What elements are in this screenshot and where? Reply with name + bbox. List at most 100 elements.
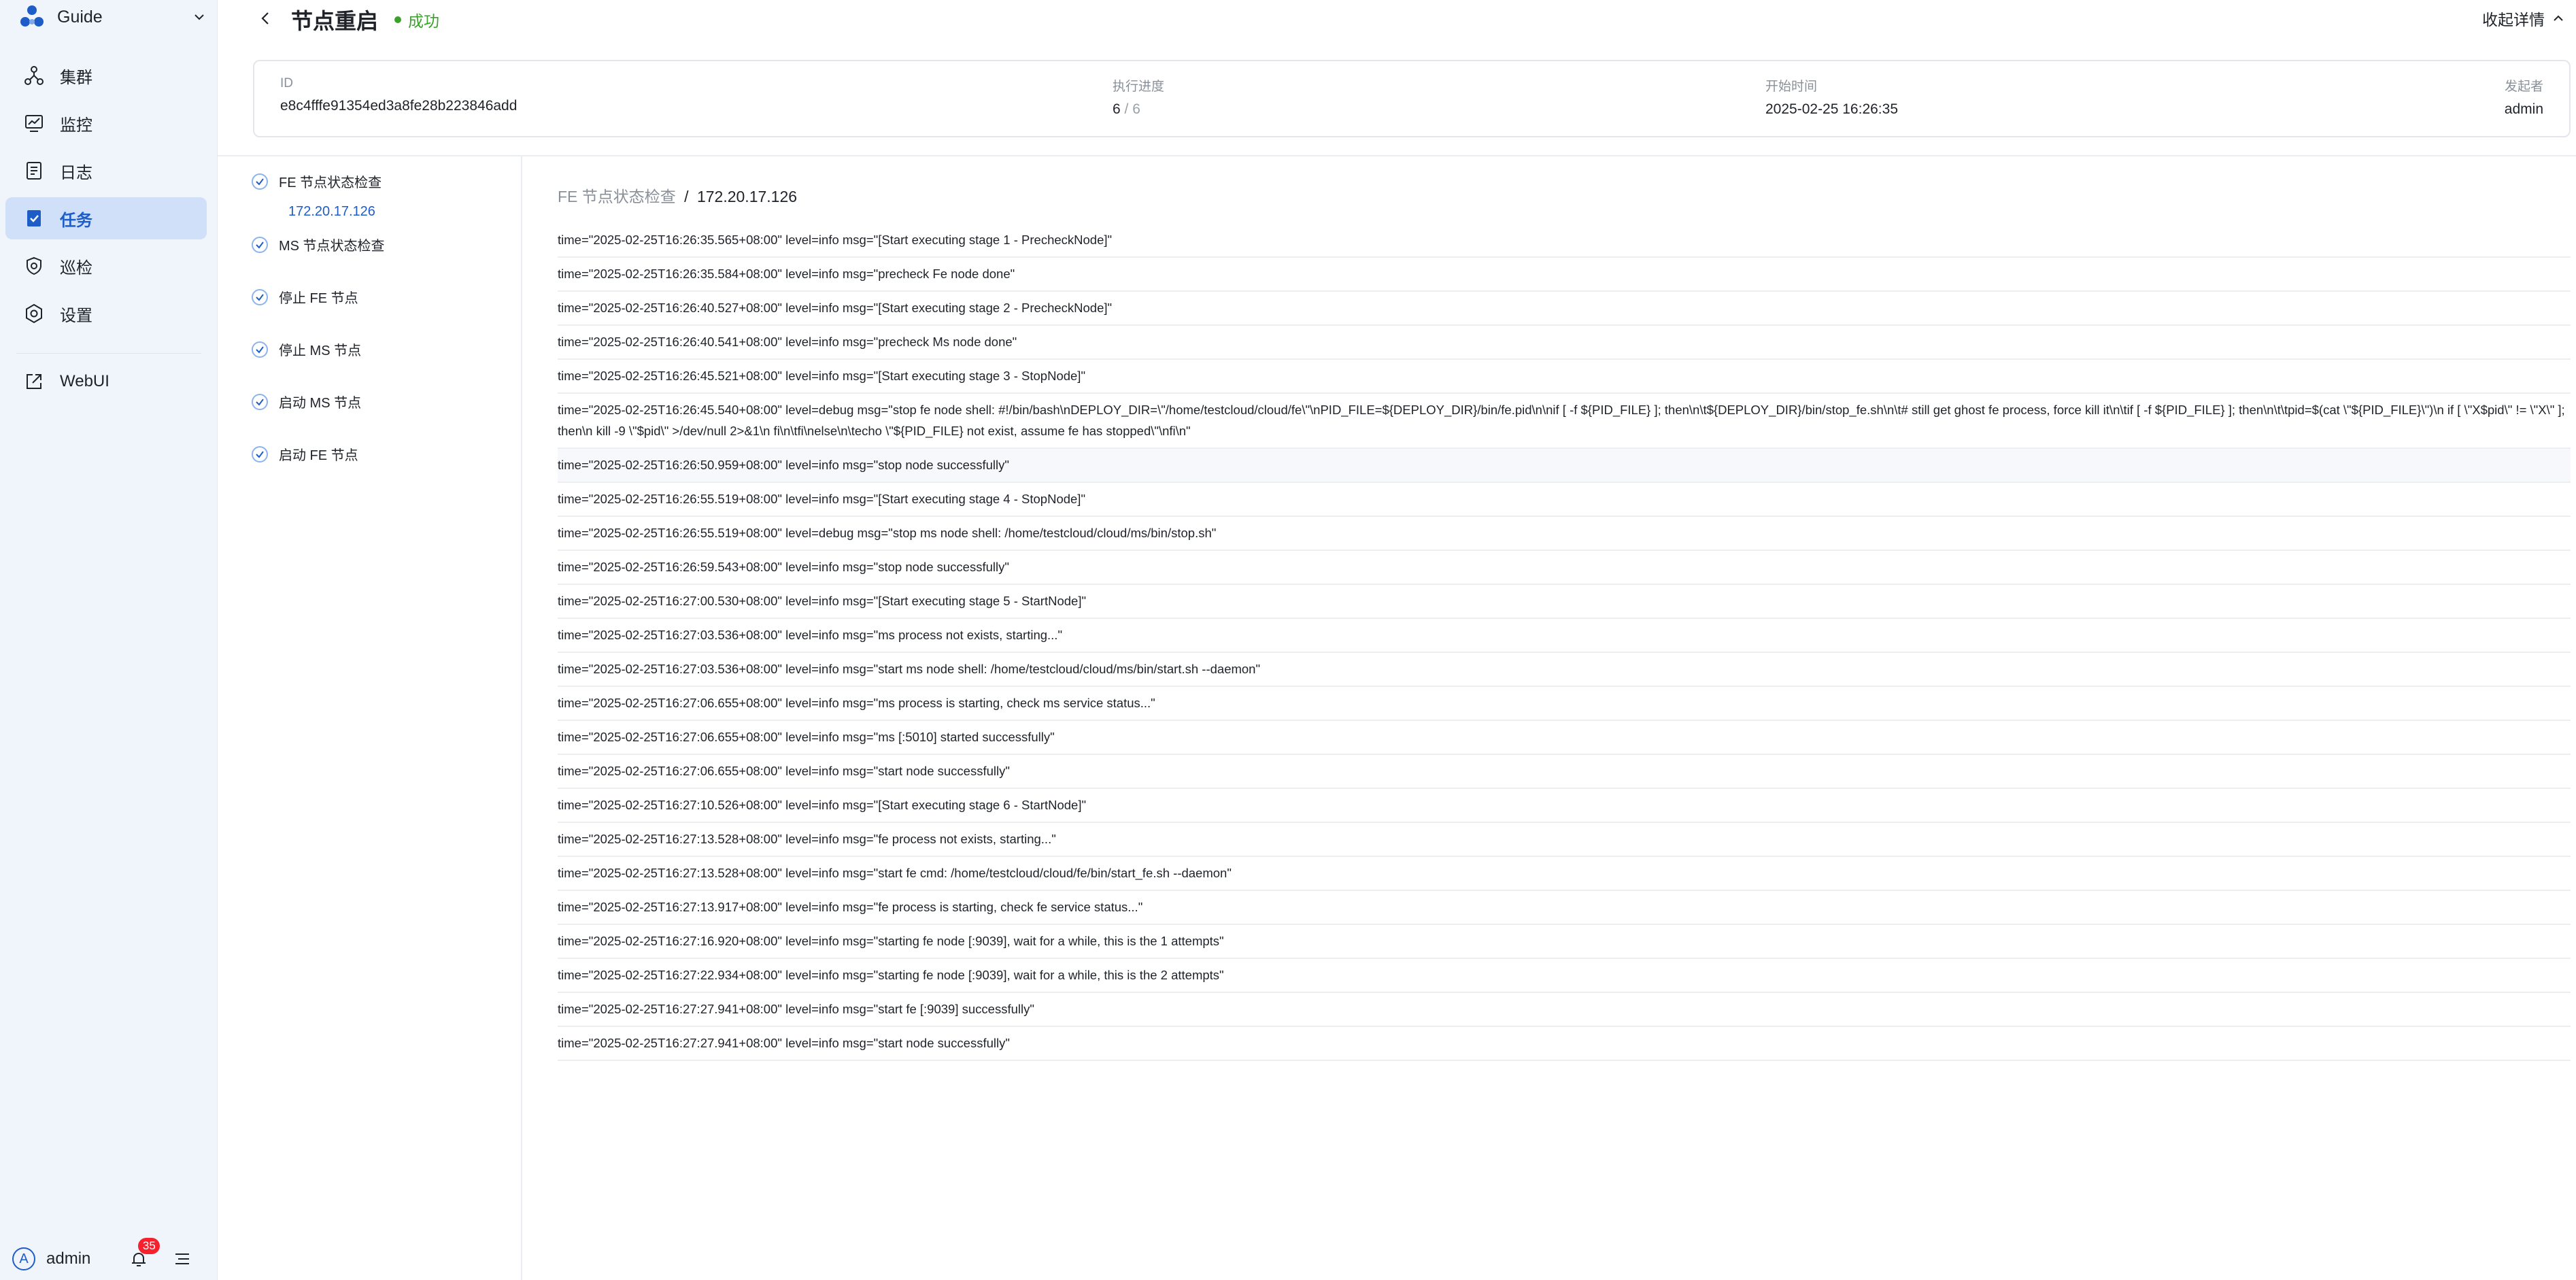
log-list: time="2025-02-25T16:26:35.565+08:00" lev… (558, 224, 2571, 1061)
step-stop-ms[interactable]: 停止 MS 节点 (252, 339, 361, 359)
task-info-card: ID e8c4fffe91354ed3a8fe28b223846add 执行进度… (253, 60, 2571, 137)
menu-icon[interactable] (172, 1249, 192, 1269)
avatar[interactable]: A (12, 1247, 35, 1270)
log-line: time="2025-02-25T16:27:16.920+08:00" lev… (558, 925, 2571, 959)
log-line: time="2025-02-25T16:27:03.536+08:00" lev… (558, 619, 2571, 653)
status-text: 成功 (408, 12, 439, 30)
step-label: 停止 MS 节点 (279, 343, 362, 358)
brand-name: Guide (57, 7, 103, 27)
log-line: time="2025-02-25T16:27:13.528+08:00" lev… (558, 823, 2571, 857)
sidebar-item-label: 监控 (60, 116, 92, 135)
status-dot (394, 16, 401, 23)
log-line: time="2025-02-25T16:26:45.521+08:00" lev… (558, 360, 2571, 394)
log-line: time="2025-02-25T16:27:22.934+08:00" lev… (558, 959, 2571, 993)
check-icon (252, 445, 268, 462)
info-start-value: 2025-02-25 16:26:35 (1765, 101, 1898, 117)
inspection-icon (23, 255, 45, 277)
info-start-time: 开始时间 2025-02-25 16:26:35 (1765, 76, 1898, 118)
info-progress: 执行进度 6 / 6 (1113, 76, 1164, 118)
log-line: time="2025-02-25T16:27:03.536+08:00" lev… (558, 653, 2571, 687)
log-line: time="2025-02-25T16:27:27.941+08:00" lev… (558, 993, 2571, 1027)
page-header: 节点重启 成功 收起详情 (218, 0, 2576, 39)
crumb-parent[interactable]: FE 节点状态检查 (558, 188, 676, 205)
monitor-icon (23, 112, 45, 134)
step-start-fe[interactable]: 启动 FE 节点 (252, 444, 358, 464)
info-progress-label: 执行进度 (1113, 80, 1165, 94)
step-start-ms[interactable]: 启动 MS 节点 (252, 392, 361, 411)
log-line: time="2025-02-25T16:26:50.959+08:00" lev… (558, 449, 2571, 483)
check-icon (252, 173, 268, 190)
log-line: time="2025-02-25T16:26:40.527+08:00" lev… (558, 292, 2571, 326)
task-icon (23, 207, 45, 229)
step-label: MS 节点状态检查 (279, 239, 385, 254)
log-line: time="2025-02-25T16:27:27.941+08:00" lev… (558, 1027, 2571, 1061)
chevron-up-icon (2554, 15, 2563, 21)
sidebar-item-settings[interactable]: 设置 (5, 292, 207, 335)
log-icon (23, 160, 45, 182)
log-line: time="2025-02-25T16:27:10.526+08:00" lev… (558, 789, 2571, 823)
sidebar-item-label: 日志 (60, 163, 92, 182)
step-label: FE 节点状态检查 (279, 175, 382, 190)
step-stop-fe[interactable]: 停止 FE 节点 (252, 287, 358, 307)
info-progress-value: 6 / 6 (1113, 101, 1164, 118)
crumb-current: 172.20.17.126 (696, 188, 798, 205)
nav-divider (16, 353, 201, 354)
sidebar-item-label: 设置 (60, 306, 92, 325)
step-label: 停止 FE 节点 (279, 291, 358, 306)
check-icon (252, 393, 268, 410)
log-line: time="2025-02-25T16:27:13.528+08:00" lev… (558, 857, 2571, 891)
sidebar-item-task[interactable]: 任务 (5, 197, 207, 239)
log-line: time="2025-02-25T16:26:40.541+08:00" lev… (558, 326, 2571, 360)
sidebar-item-label: WebUI (60, 372, 109, 390)
user-bar: A admin 35 (0, 1238, 218, 1280)
info-initiator-value: admin (2504, 101, 2543, 117)
notification-badge: 35 (138, 1238, 160, 1254)
check-icon (252, 288, 268, 305)
progress-done: 6 (1113, 101, 1121, 117)
log-line: time="2025-02-25T16:26:35.584+08:00" lev… (558, 258, 2571, 292)
brand-logo-icon (19, 4, 45, 30)
sidebar-item-inspection[interactable]: 巡检 (5, 245, 207, 287)
cluster-icon (23, 65, 45, 86)
info-id-value: e8c4fffe91354ed3a8fe28b223846add (280, 98, 518, 114)
step-ms-check[interactable]: MS 节点状态检查 (252, 235, 385, 254)
sidebar-item-cluster[interactable]: 集群 (5, 54, 207, 97)
step-fe-check-node[interactable]: 172.20.17.126 (288, 204, 375, 220)
notification-bell-icon[interactable]: 35 (129, 1238, 160, 1269)
info-initiator-label: 发起者 (2504, 80, 2543, 94)
log-line: time="2025-02-25T16:26:35.565+08:00" lev… (558, 224, 2571, 258)
sidebar-item-monitor[interactable]: 监控 (5, 102, 207, 144)
log-line: time="2025-02-25T16:27:00.530+08:00" lev… (558, 585, 2571, 619)
log-line: time="2025-02-25T16:27:06.655+08:00" lev… (558, 687, 2571, 721)
log-line: time="2025-02-25T16:26:59.543+08:00" lev… (558, 551, 2571, 585)
check-icon (252, 236, 268, 253)
info-initiator: 发起者 admin (2505, 76, 2543, 118)
sidebar-item-log[interactable]: 日志 (5, 150, 207, 192)
sidebar-item-webui[interactable]: WebUI (5, 360, 207, 403)
back-arrow-icon[interactable] (256, 8, 276, 29)
step-label: 启动 MS 节点 (279, 396, 362, 411)
brand-switcher[interactable]: Guide (19, 0, 207, 34)
collapse-details-button[interactable]: 收起详情 (2482, 7, 2566, 30)
info-id-label: ID (280, 76, 293, 90)
crumb-separator: / (684, 188, 689, 205)
log-breadcrumb: FE 节点状态检查 / 172.20.17.126 (558, 184, 797, 207)
sidebar: Guide 集群 监控 日志 任务 巡检 设置 WebUI A admin 35 (0, 0, 218, 1280)
steps-panel: FE 节点状态检查 172.20.17.126 MS 节点状态检查 停止 FE … (218, 156, 522, 1280)
log-line: time="2025-02-25T16:27:06.655+08:00" lev… (558, 755, 2571, 789)
check-icon (252, 341, 268, 358)
sidebar-item-label: 集群 (60, 68, 92, 87)
page-title: 节点重启 (291, 9, 379, 33)
log-line: time="2025-02-25T16:26:55.519+08:00" lev… (558, 483, 2571, 517)
log-line: time="2025-02-25T16:27:13.917+08:00" lev… (558, 891, 2571, 925)
chevron-down-icon (192, 10, 207, 24)
log-line: time="2025-02-25T16:27:06.655+08:00" lev… (558, 721, 2571, 755)
external-link-icon (23, 371, 45, 392)
user-name[interactable]: admin (46, 1249, 90, 1268)
info-id: ID e8c4fffe91354ed3a8fe28b223846add (280, 76, 517, 114)
sidebar-item-label: 巡检 (60, 258, 92, 277)
step-fe-check[interactable]: FE 节点状态检查 (252, 171, 382, 191)
step-label: 启动 FE 节点 (279, 448, 358, 463)
sidebar-item-label: 任务 (60, 211, 92, 230)
progress-total: / 6 (1124, 101, 1140, 117)
